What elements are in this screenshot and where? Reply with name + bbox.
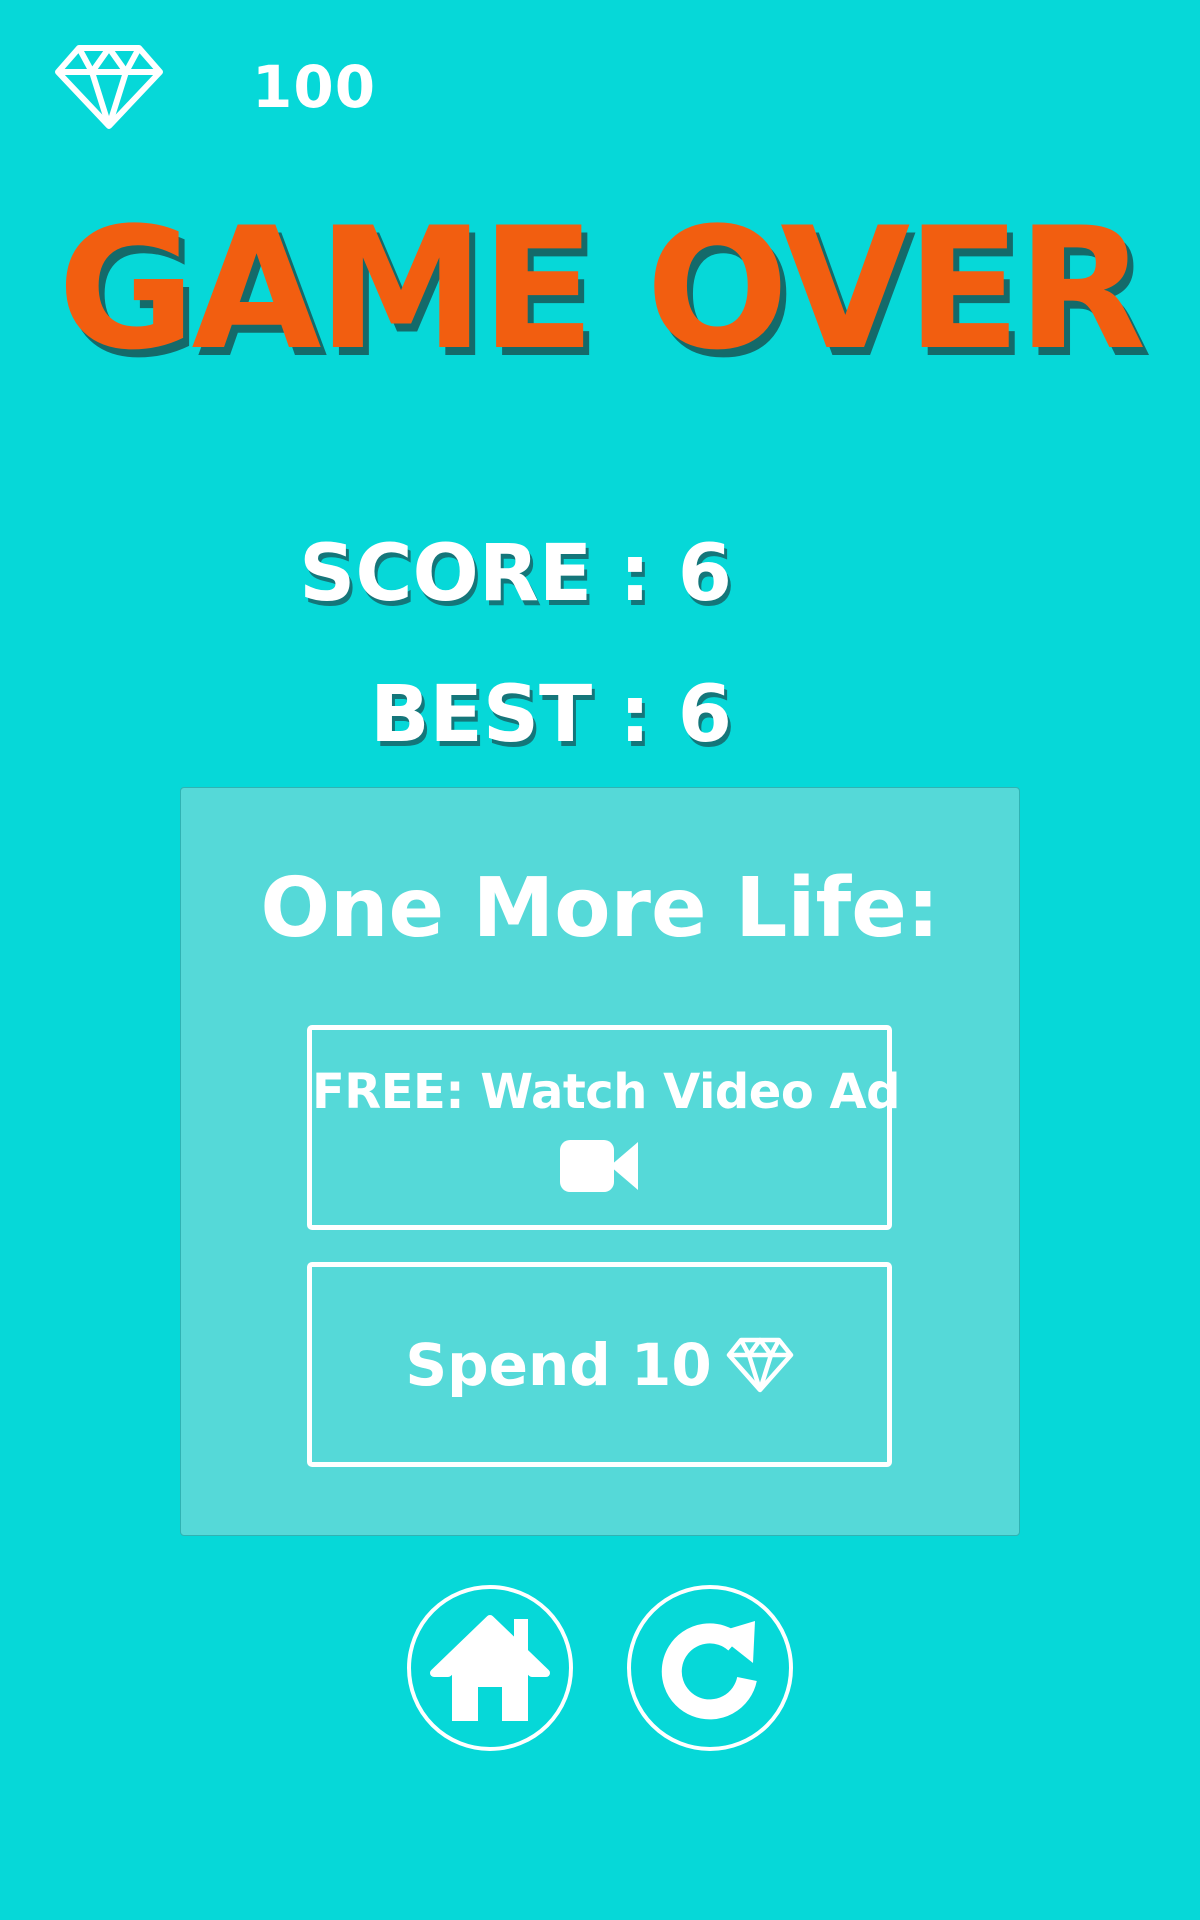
replay-button[interactable]	[627, 1585, 793, 1751]
replay-icon	[661, 1621, 757, 1720]
revive-panel-title: One More Life:	[260, 861, 940, 956]
gem-counter: 100	[54, 44, 376, 130]
game-over-screen: 100 GAME OVER SCORE : 6 BEST : 6 One Mor…	[0, 0, 1200, 1920]
diamond-icon	[54, 44, 164, 130]
score-text: SCORE : 6	[299, 529, 732, 619]
spend-gems-button[interactable]: Spend 10	[307, 1262, 892, 1467]
video-camera-icon	[559, 1138, 640, 1194]
best-score-text: BEST : 6	[370, 670, 732, 760]
watch-video-ad-label: FREE: Watch Video Ad	[312, 1064, 901, 1120]
game-over-title: GAME OVER	[57, 191, 1147, 387]
diamond-icon	[726, 1337, 794, 1393]
home-button[interactable]	[407, 1585, 573, 1751]
spend-gems-label: Spend 10	[405, 1330, 712, 1399]
revive-panel: One More Life: FREE: Watch Video Ad Spen…	[180, 787, 1020, 1536]
spend-gems-row: Spend 10	[312, 1267, 887, 1462]
gem-count: 100	[252, 53, 377, 121]
watch-video-ad-button[interactable]: FREE: Watch Video Ad	[307, 1025, 901, 1230]
home-icon	[430, 1615, 550, 1721]
